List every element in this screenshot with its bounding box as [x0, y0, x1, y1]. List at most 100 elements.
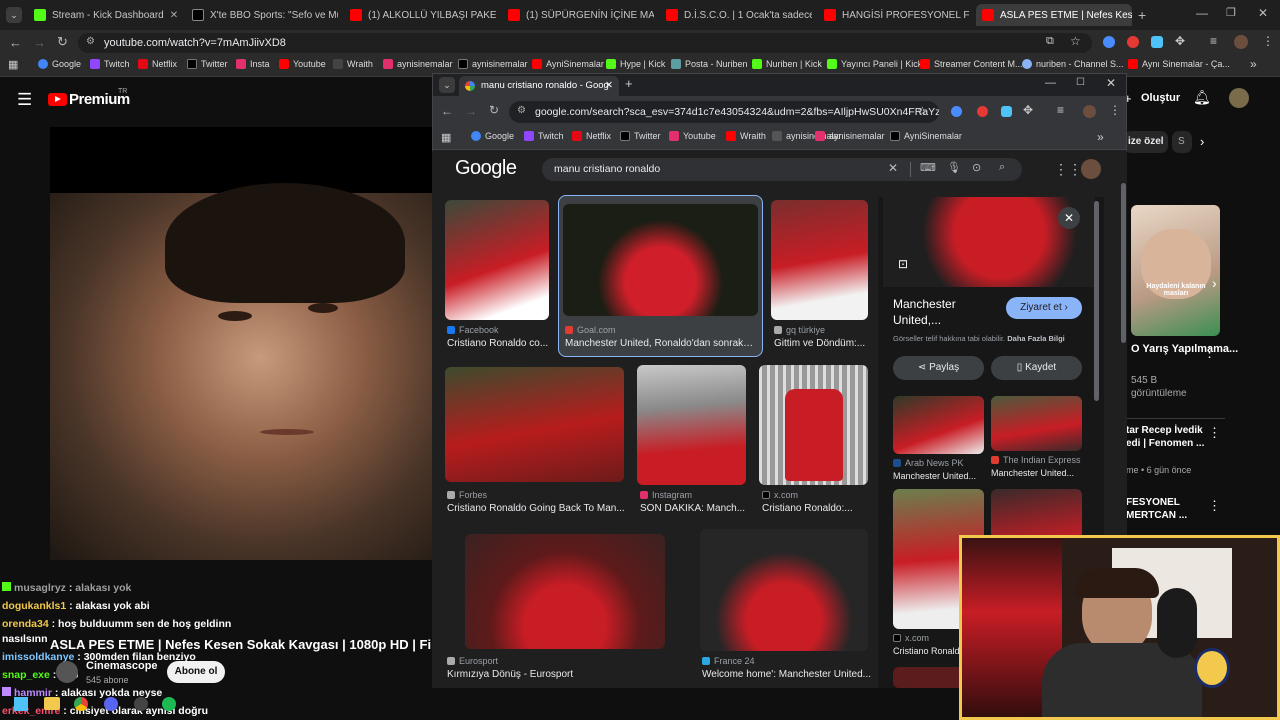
discord-icon[interactable]: [104, 697, 118, 711]
minimize-icon[interactable]: —: [1045, 77, 1056, 89]
result-source[interactable]: gq türkiye: [774, 325, 825, 335]
browser-tab[interactable]: D.İ.S.C.O. | 1 Ocak'ta sadece sin✕: [660, 4, 812, 26]
windows-start-icon[interactable]: [14, 697, 28, 711]
reload-icon[interactable]: ↻: [489, 103, 499, 117]
file-explorer-icon[interactable]: [44, 697, 60, 710]
result-caption[interactable]: Kırmızıya Dönüş - Eurosport: [447, 669, 647, 680]
site-info-icon[interactable]: ⚙: [517, 105, 526, 116]
lens-search-icon[interactable]: ⊡: [898, 257, 908, 271]
more-options-icon[interactable]: ⋮: [1208, 498, 1221, 514]
save-button[interactable]: ▯ Kaydet: [991, 356, 1082, 380]
browser-tab[interactable]: X'te BBO Sports: "Sefo ve Must✕: [186, 4, 338, 26]
clear-icon[interactable]: ✕: [888, 161, 898, 175]
result-image[interactable]: [759, 365, 868, 485]
extension-icon[interactable]: [1103, 36, 1115, 48]
extension-icon[interactable]: [1001, 106, 1012, 117]
close-window-icon[interactable]: ✕: [1106, 76, 1116, 90]
result-caption[interactable]: Manchester United, Ronaldo'dan sonraki .…: [565, 338, 755, 349]
extension-icon[interactable]: [1127, 36, 1139, 48]
result-caption[interactable]: Welcome home': Manchester United...: [702, 669, 872, 680]
result-source[interactable]: x.com: [762, 490, 798, 500]
forward-icon[interactable]: →: [33, 35, 46, 50]
more-bookmarks-icon[interactable]: »: [1250, 57, 1257, 71]
close-tab-icon[interactable]: ✕: [164, 10, 178, 21]
url-field[interactable]: ⚙ youtube.com/watch?v=7mAmJiivXD8 ⧉ ☆: [78, 33, 1092, 53]
related-caption[interactable]: Manchester United...: [991, 468, 1083, 478]
result-source[interactable]: Instagram: [640, 490, 692, 500]
notifications-bell-icon[interactable]: 🔔︎: [1193, 89, 1211, 106]
bookmark-item[interactable]: Google: [38, 59, 81, 69]
new-tab-icon[interactable]: +: [625, 76, 633, 91]
hamburger-menu-icon[interactable]: ☰: [17, 90, 32, 110]
forward-icon[interactable]: →: [465, 104, 477, 118]
extension-icon[interactable]: [977, 106, 988, 117]
bookmark-item[interactable]: AyniSinemalar: [890, 131, 962, 141]
page-scrollbar-thumb[interactable]: [1121, 183, 1126, 343]
result-source[interactable]: Eurosport: [447, 656, 498, 666]
bookmark-item[interactable]: Netflix: [572, 131, 611, 141]
share-button[interactable]: ⋖ Paylaş: [893, 356, 984, 380]
new-tab-icon[interactable]: +: [1138, 7, 1146, 23]
bookmark-item[interactable]: aynisinemalar: [383, 59, 453, 69]
related-source[interactable]: Arab News PK: [893, 458, 964, 468]
result-source[interactable]: Facebook: [447, 325, 499, 335]
result-image[interactable]: [465, 534, 665, 649]
result-image[interactable]: [700, 529, 868, 651]
close-window-icon[interactable]: ✕: [1258, 6, 1268, 20]
bookmark-item[interactable]: Youtube: [279, 59, 326, 69]
profile-avatar-icon[interactable]: [1234, 35, 1248, 49]
avatar[interactable]: [1229, 88, 1249, 108]
bookmark-item[interactable]: Twitch: [524, 131, 564, 141]
bookmark-item[interactable]: aynisinemalar: [815, 131, 885, 141]
video-player[interactable]: [50, 127, 432, 560]
search-input[interactable]: manu cristiano ronaldo: [554, 163, 660, 175]
bookmark-item[interactable]: Netflix: [138, 59, 177, 69]
bookmark-item[interactable]: Google: [471, 131, 514, 141]
result-source[interactable]: France 24: [702, 656, 755, 666]
related-image[interactable]: [991, 489, 1082, 539]
maximize-icon[interactable]: ☐: [1076, 77, 1085, 88]
search-icon[interactable]: ⌕: [999, 161, 1005, 174]
back-icon[interactable]: ←: [441, 104, 453, 118]
bookmark-item[interactable]: aynisinemalar: [458, 59, 528, 69]
bookmark-item[interactable]: Wraith: [333, 59, 373, 69]
result-image[interactable]: [445, 200, 549, 320]
result-image[interactable]: [637, 365, 746, 485]
subscribe-button[interactable]: Abone ol: [167, 661, 225, 683]
lens-camera-icon[interactable]: ⊙: [972, 161, 981, 174]
chip[interactable]: S: [1172, 131, 1192, 153]
bookmark-item[interactable]: Streamer Content M...: [920, 59, 1023, 69]
bookmark-item[interactable]: Youtube: [669, 131, 716, 141]
bookmark-item[interactable]: Aynı Sinemalar - Ça...: [1128, 59, 1230, 69]
bookmark-item[interactable]: Twitch: [90, 59, 130, 69]
recommended-title[interactable]: tar Recep İvedik: [1126, 425, 1203, 436]
result-image[interactable]: [771, 200, 868, 320]
related-source[interactable]: x.com: [893, 633, 929, 643]
bookmark-star-icon[interactable]: ☆: [917, 104, 928, 118]
bookmark-item[interactable]: Nuriben | Kick: [752, 59, 822, 69]
more-options-icon[interactable]: ⋮: [1203, 345, 1216, 361]
recommended-title[interactable]: FESYONEL: [1126, 497, 1180, 508]
minimize-icon[interactable]: —: [1196, 6, 1208, 20]
close-preview-icon[interactable]: ✕: [1058, 207, 1080, 229]
bookmark-item[interactable]: Twitter: [620, 131, 661, 141]
close-tab-icon[interactable]: ✕: [605, 76, 613, 96]
related-source[interactable]: The Indian Express: [991, 455, 1081, 465]
menu-kebab-icon[interactable]: ⋮: [1109, 103, 1121, 117]
result-caption[interactable]: Cristiano Ronaldo co...: [447, 338, 551, 349]
back-icon[interactable]: ←: [9, 35, 22, 50]
result-caption[interactable]: Cristiano Ronaldo:...: [762, 503, 868, 514]
related-image[interactable]: [893, 396, 984, 454]
visit-button[interactable]: Ziyaret et ›: [1006, 297, 1082, 319]
bookmark-item[interactable]: Twitter: [187, 59, 228, 69]
chip-for-you[interactable]: ize özel: [1124, 131, 1168, 153]
result-image[interactable]: [445, 367, 624, 482]
result-image[interactable]: [563, 204, 758, 316]
preview-title[interactable]: Manchester: [893, 297, 956, 311]
tab-search-icon[interactable]: ⌄: [439, 77, 455, 93]
maximize-icon[interactable]: ❐: [1226, 6, 1236, 19]
result-caption[interactable]: SON DAKİKA: Manch...: [640, 503, 748, 514]
google-apps-icon[interactable]: ⋮⋮: [1054, 161, 1082, 178]
app-icon[interactable]: [134, 697, 148, 711]
bookmark-item[interactable]: Insta: [236, 59, 270, 69]
